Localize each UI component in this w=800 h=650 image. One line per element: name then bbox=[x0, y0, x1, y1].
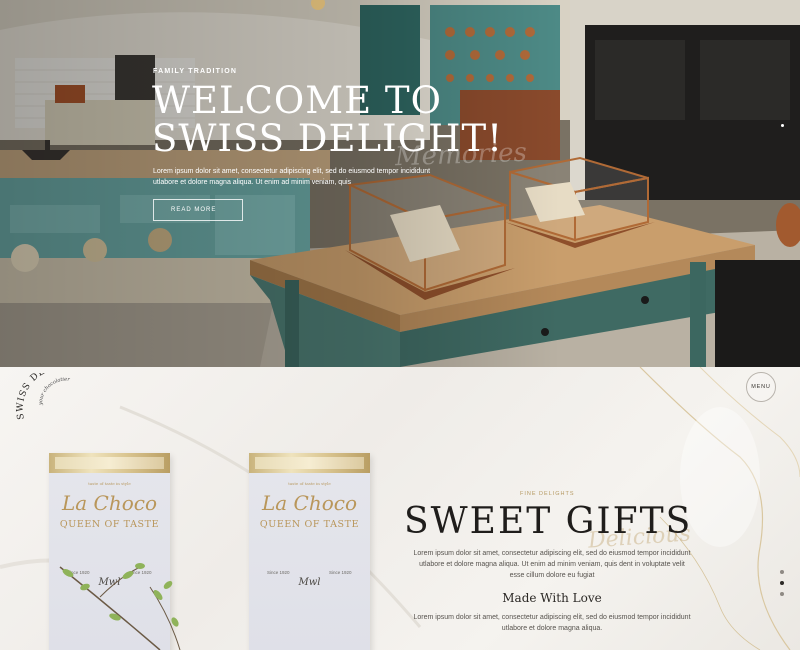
slider-dot[interactable] bbox=[780, 581, 784, 585]
bar-signature: Mwl bbox=[298, 577, 321, 588]
bar-since-right: Since 1920 bbox=[329, 570, 352, 575]
slider-dot[interactable] bbox=[780, 570, 784, 574]
logo-wordmark: SWISS DELIGHT bbox=[16, 373, 83, 420]
bar-tagline: taste of taste in style bbox=[288, 481, 331, 486]
bar-subtitle: QUEEN OF TASTE bbox=[259, 519, 360, 530]
svg-text:your chocolatier: your chocolatier bbox=[38, 377, 71, 407]
swiss-delight-logo[interactable]: your chocolatier SWISS DELIGHT bbox=[14, 373, 110, 429]
bar-tagline: taste of taste in style bbox=[88, 481, 131, 486]
hero-section: FAMILY TRADITION Memories WELCOME TO SWI… bbox=[0, 0, 800, 367]
sweet-gifts-section: your chocolatier SWISS DELIGHT MENU tast… bbox=[0, 367, 800, 650]
slider-dot[interactable] bbox=[780, 592, 784, 596]
section-description-2: Lorem ipsum dolor sit amet, consectetur … bbox=[413, 614, 691, 632]
svg-text:SWISS DELIGHT: SWISS DELIGHT bbox=[16, 373, 84, 420]
bar-brand: La Choco bbox=[261, 491, 358, 515]
section-subtitle: Made With Love bbox=[502, 591, 602, 605]
product-bar-2[interactable]: taste of taste in style La Choco QUEEN O… bbox=[249, 453, 370, 650]
bar-foil bbox=[249, 453, 370, 473]
hero-kicker: FAMILY TRADITION bbox=[153, 68, 238, 75]
bar-subtitle: QUEEN OF TASTE bbox=[59, 519, 160, 530]
hero-title-line1: WELCOME TO bbox=[152, 79, 442, 122]
read-more-button[interactable]: READ MORE bbox=[153, 199, 243, 221]
section-description: Lorem ipsum dolor sit amet, consectetur … bbox=[413, 550, 691, 579]
section-slider-dots bbox=[780, 570, 784, 596]
hero-title-line2: SWISS DELIGHT! bbox=[152, 117, 504, 160]
menu-button[interactable]: MENU bbox=[746, 372, 776, 402]
bar-since-left: Since 1920 bbox=[267, 570, 290, 575]
slider-dot[interactable] bbox=[781, 124, 784, 127]
hero-slider-dots bbox=[781, 124, 784, 127]
section-title: SWEET GIFTS bbox=[404, 501, 693, 542]
hero-description: Lorem ipsum dolor sit amet, consectetur … bbox=[153, 168, 431, 186]
bar-brand: La Choco bbox=[61, 491, 158, 515]
section-kicker: FINE DELIGHTS bbox=[520, 491, 575, 497]
bar-foil bbox=[49, 453, 170, 473]
hero-title: WELCOME TO SWISS DELIGHT! bbox=[152, 82, 572, 158]
branch-decoration bbox=[59, 563, 181, 650]
logo-tagline: your chocolatier bbox=[38, 377, 71, 407]
